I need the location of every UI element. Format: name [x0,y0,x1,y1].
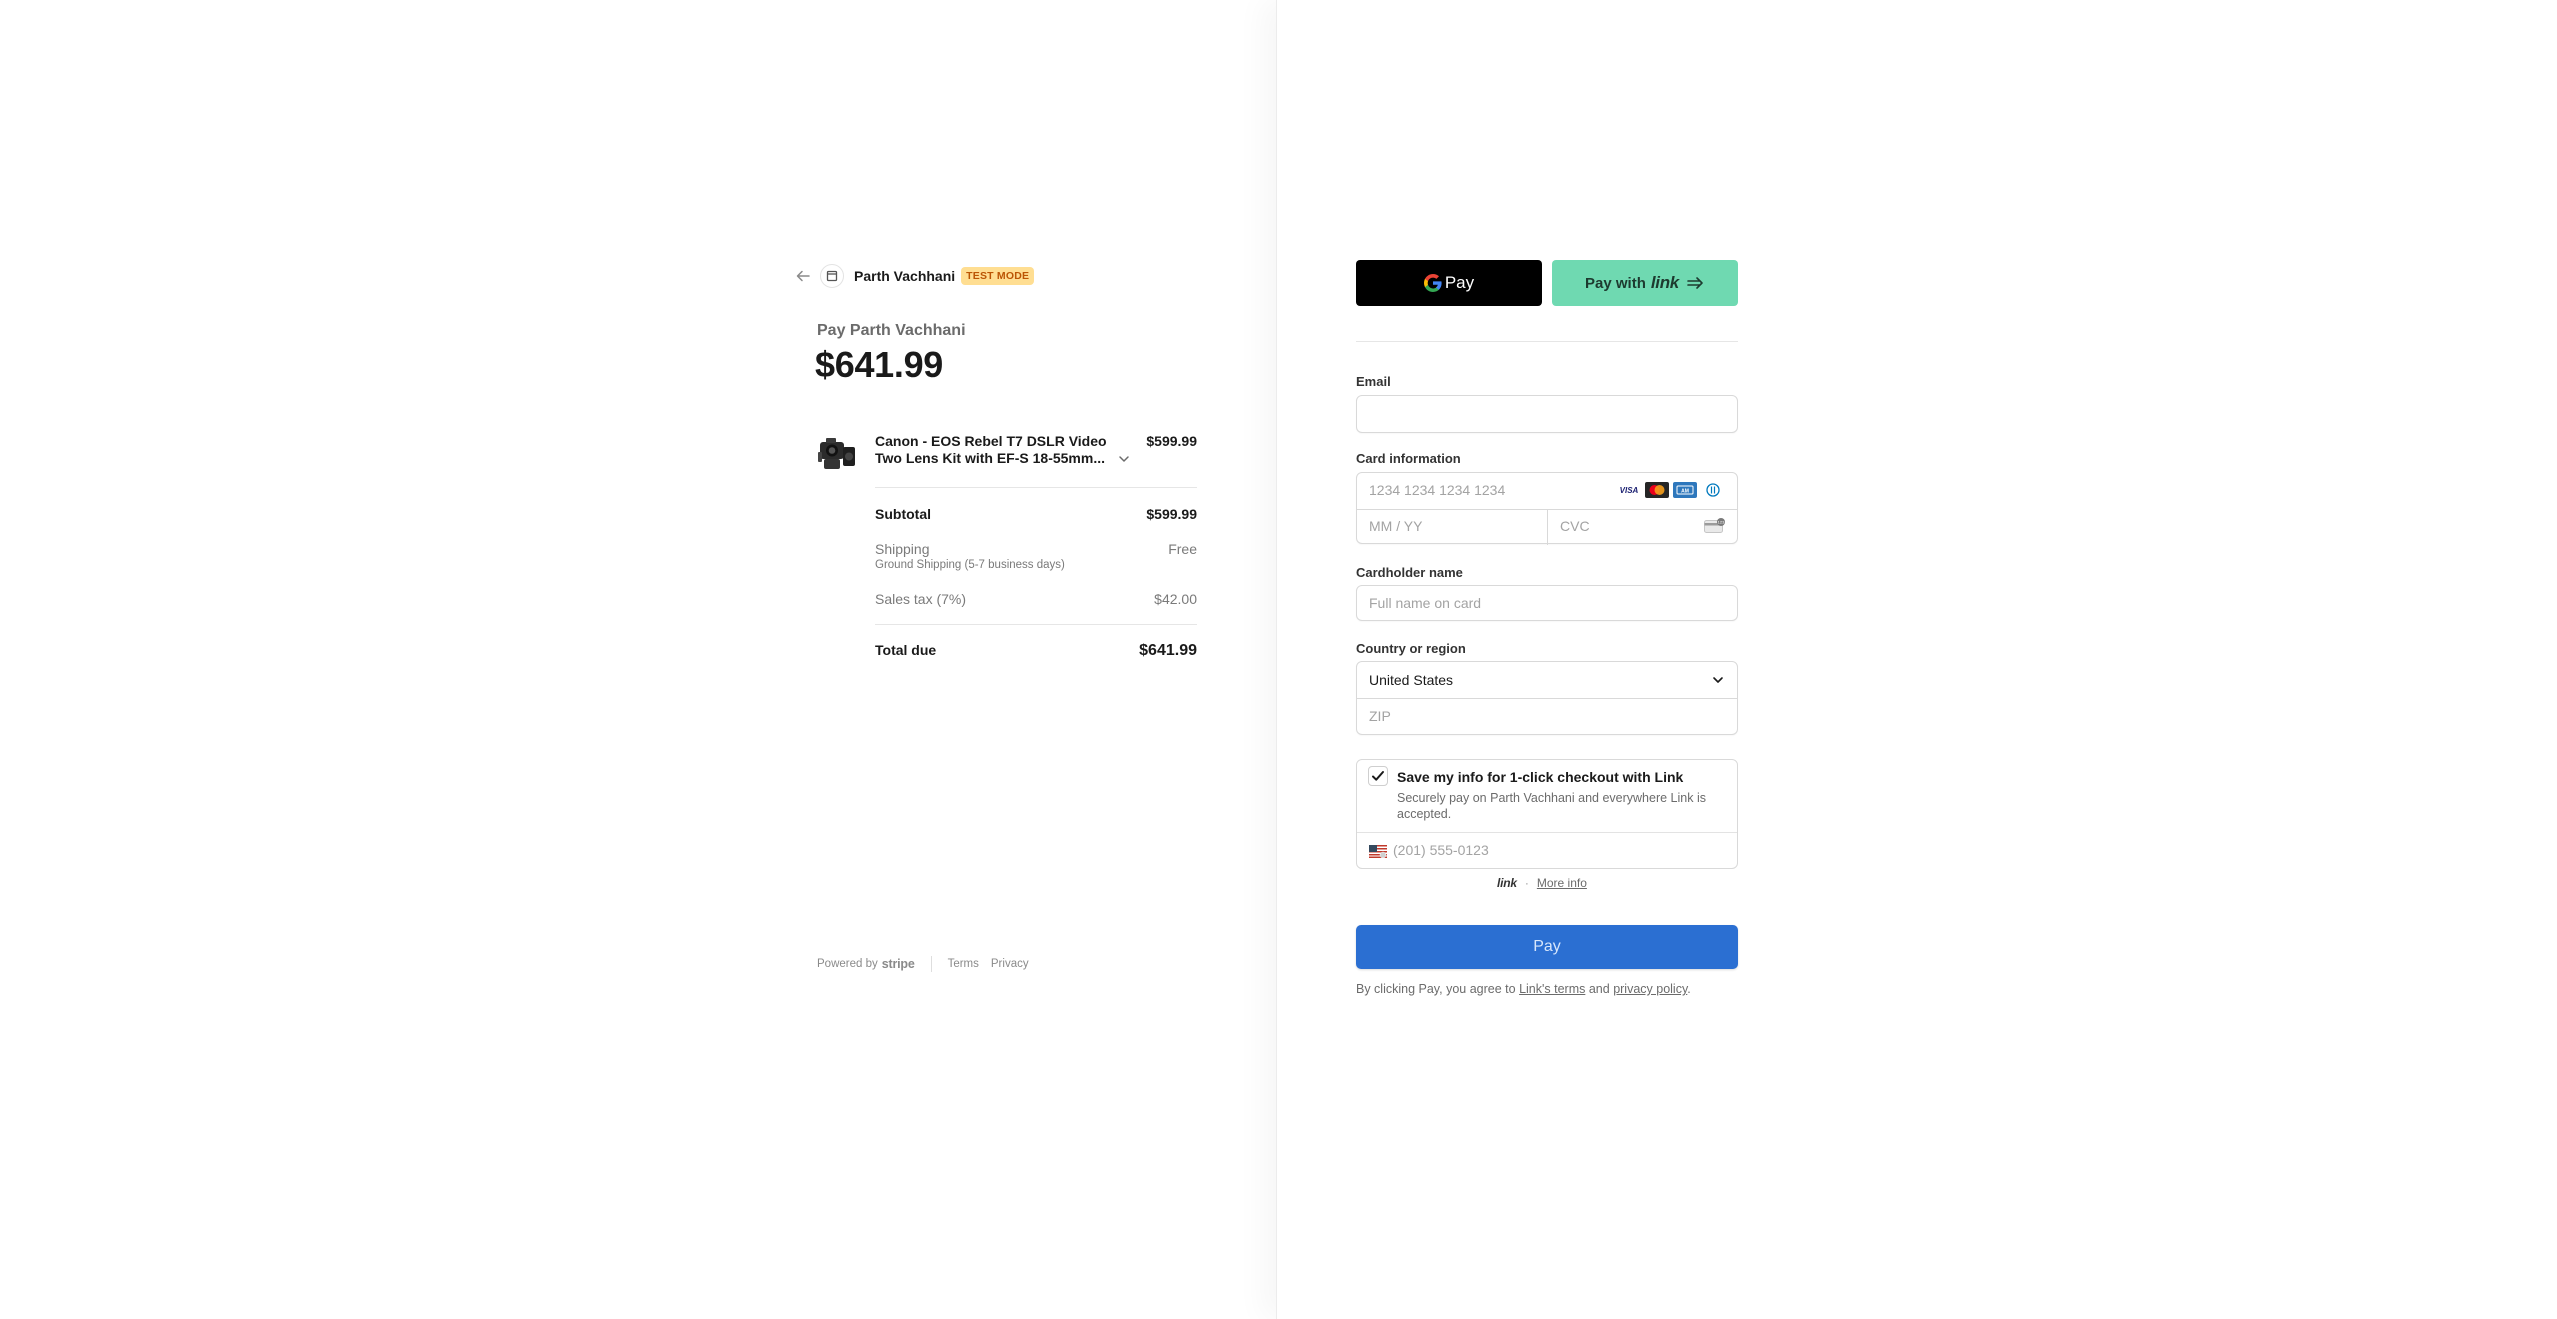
save-info-description: Securely pay on Parth Vachhani and every… [1397,791,1706,821]
pay-with-link-button[interactable]: Pay with link [1552,260,1738,306]
svg-text:123: 123 [1718,520,1725,525]
terms-suffix: . [1687,982,1691,996]
express-checkout: Pay Pay with link [1356,260,1738,306]
arrow-right-icon [1687,277,1703,289]
terms-prefix: By clicking Pay, you agree to [1356,982,1516,996]
google-icon [1423,274,1442,292]
terms-notice: By clicking Pay, you agree to Link's ter… [1356,982,1691,996]
country-label: Country or region [1356,641,1466,656]
zip-placeholder: ZIP [1369,708,1391,724]
country-zip-group: United States ZIP [1356,661,1738,735]
card-information-label: Card information [1356,451,1461,466]
phone-divider [1357,832,1737,833]
total-value: $641.99 [1139,642,1197,659]
expiry-input[interactable]: MM / YY [1357,510,1547,545]
subtotal-row: Subtotal $599.99 [875,506,1197,522]
tax-row: Sales tax (7%) $42.00 [875,591,1197,607]
pay-button-label: Pay [1533,938,1561,955]
expiry-placeholder: MM / YY [1369,518,1423,534]
total-row: Total due $641.99 [875,642,1197,660]
cardholder-name-input[interactable]: Full name on card [1356,585,1738,621]
cardholder-placeholder: Full name on card [1369,595,1482,611]
tax-value: $42.00 [1154,591,1197,607]
cvc-placeholder: CVC [1560,518,1590,534]
shipping-row: Shipping Free [875,541,1197,557]
mastercard-icon [1645,482,1669,498]
footer: Powered by stripe Terms Privacy [817,956,1041,972]
total-amount: $641.99 [815,344,944,385]
subtotal-value: $599.99 [1146,506,1197,522]
stripe-logo: stripe [881,957,915,971]
product-image-icon [817,432,861,472]
merchant-name: Parth Vachhani [854,268,956,284]
powered-by-label: Powered by [817,958,878,970]
order-summary-panel: Parth Vachhani TEST MODE Pay Parth Vachh… [0,0,1276,1319]
link-logo-small: link [1497,876,1517,890]
tax-label: Sales tax (7%) [875,591,967,607]
card-brands: VISA AM [1617,482,1725,498]
privacy-link[interactable]: Privacy [991,958,1029,970]
privacy-policy-link[interactable]: privacy policy [1613,982,1687,996]
chevron-down-icon[interactable] [1117,452,1131,466]
cvc-input[interactable]: CVC 123 [1548,510,1738,545]
country-select[interactable]: United States [1357,662,1737,698]
more-info-link[interactable]: More info [1537,876,1587,890]
footer-separator [930,956,932,972]
shipping-value: Free [1168,541,1197,557]
google-pay-label: Pay [1444,273,1475,292]
diners-icon [1701,482,1725,498]
chevron-down-icon [1713,677,1723,683]
checkmark-icon [1372,771,1384,781]
us-flag-icon[interactable] [1369,845,1387,858]
zip-input[interactable]: ZIP [1357,699,1737,735]
pay-to-label: Pay Parth Vachhani [817,322,966,339]
svg-text:VISA: VISA [1620,486,1639,495]
wallet-divider [1356,341,1738,342]
product-price: $599.99 [1146,433,1197,449]
terms-link[interactable]: Terms [948,958,979,970]
link-logo: link [1650,273,1679,292]
phone-input[interactable]: (201) 555-0123 [1393,842,1489,858]
cardholder-name-label: Cardholder name [1356,565,1463,580]
summary-divider [875,487,1197,488]
merchant-header: Parth Vachhani TEST MODE [794,264,1035,288]
product-line-item[interactable]: Canon - EOS Rebel T7 DSLR Video Two Lens… [817,430,1197,474]
pay-button[interactable]: Pay [1356,925,1738,969]
link-info-row: link · More info [1497,875,1587,891]
separator-dot: · [1524,876,1529,890]
link-save-info: Save my info for 1-click checkout with L… [1356,759,1738,869]
card-number-placeholder: 1234 1234 1234 1234 [1369,482,1506,498]
card-information-group: 1234 1234 1234 1234 VISA AM MM / YY CVC … [1356,472,1738,545]
country-value: United States [1369,672,1454,688]
pay-with-label: Pay with [1585,274,1646,292]
product-name: Canon - EOS Rebel T7 DSLR Video Two Lens… [875,433,1107,466]
total-divider [875,624,1197,625]
payment-panel [1276,0,2557,1319]
back-arrow-icon[interactable] [794,267,812,285]
email-label: Email [1356,374,1391,389]
terms-and: and [1588,982,1610,996]
amex-icon: AM [1673,482,1697,498]
merchant-logo-icon [820,264,844,288]
link-terms-link[interactable]: Link's terms [1519,982,1585,996]
total-label: Total due [875,642,937,658]
shipping-note: Ground Shipping (5-7 business days) [875,559,1065,571]
card-number-input[interactable]: 1234 1234 1234 1234 VISA AM [1357,473,1737,509]
visa-icon: VISA [1617,482,1641,498]
powered-by-stripe[interactable]: Powered by stripe [817,957,915,971]
cvc-card-icon: 123 [1704,518,1725,533]
save-info-checkbox[interactable] [1368,766,1388,786]
shipping-label: Shipping [875,541,930,557]
email-field[interactable] [1356,395,1738,433]
google-pay-button[interactable]: Pay [1356,260,1542,306]
svg-text:AM: AM [1681,489,1689,495]
subtotal-label: Subtotal [875,506,931,522]
test-mode-badge: TEST MODE [961,267,1035,285]
save-info-title: Save my info for 1-click checkout with L… [1397,769,1684,785]
